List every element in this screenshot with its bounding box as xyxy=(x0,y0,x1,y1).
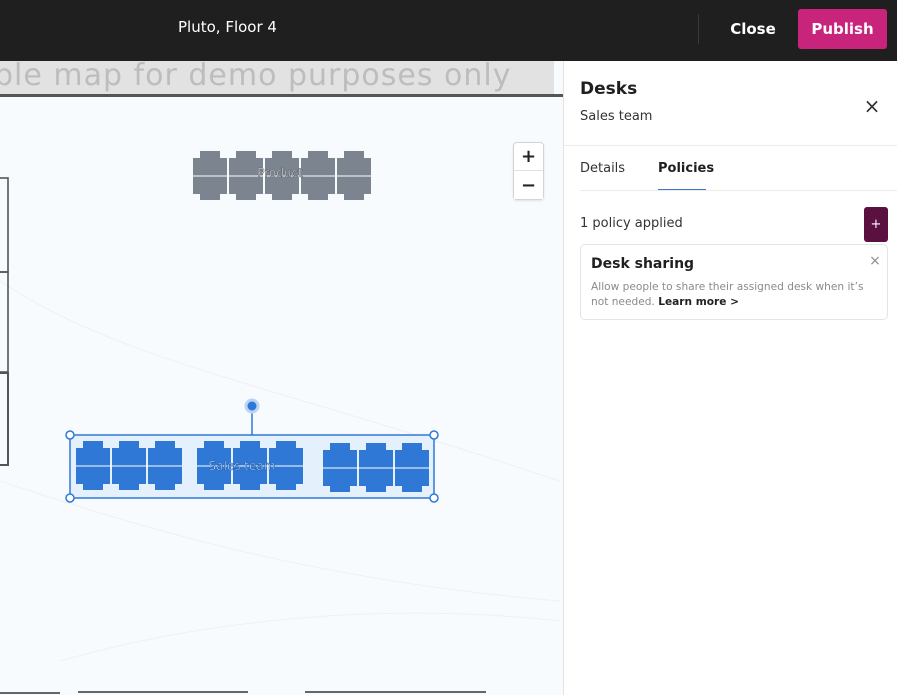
tab-policies[interactable]: Policies xyxy=(658,157,714,191)
desk-group-label-sales-team: Sales team xyxy=(209,459,276,473)
floor-title: Pluto, Floor 4 xyxy=(178,18,277,36)
policies-applied-count: 1 policy applied xyxy=(580,216,683,231)
add-policy-button[interactable]: + xyxy=(864,207,888,242)
resize-handle[interactable] xyxy=(65,493,75,503)
map-canvas: Product Sales team xyxy=(0,151,561,694)
panel-divider xyxy=(564,145,897,146)
resize-handle[interactable] xyxy=(429,493,439,503)
tab-details[interactable]: Details xyxy=(580,157,625,191)
policy-card: Desk sharing × Allow people to share the… xyxy=(580,244,888,320)
zoom-out-button[interactable]: − xyxy=(514,171,543,199)
policy-title: Desk sharing xyxy=(591,256,695,272)
zoom-in-button[interactable]: + xyxy=(514,143,543,171)
learn-more-link[interactable]: Learn more > xyxy=(658,296,739,308)
remove-policy-icon[interactable]: × xyxy=(867,253,883,269)
header-divider xyxy=(698,14,699,44)
desk-group-label-product: Product xyxy=(257,166,303,180)
left-walls xyxy=(0,177,9,466)
publish-button[interactable]: Publish xyxy=(798,9,887,49)
bottom-walls xyxy=(0,691,486,694)
zoom-controls: + − xyxy=(513,142,544,200)
tabs-divider xyxy=(580,190,897,191)
close-icon[interactable]: × xyxy=(861,95,883,117)
panel-title: Desks xyxy=(580,79,638,99)
resize-handle[interactable] xyxy=(429,430,439,440)
desk-details-panel: Desks Sales team × Details Policies 1 po… xyxy=(563,61,897,695)
policy-description: Allow people to share their assigned des… xyxy=(591,280,881,310)
close-button[interactable]: Close xyxy=(722,10,784,48)
floor-map[interactable]: ple map for demo purposes only Product S… xyxy=(0,61,563,695)
panel-subtitle: Sales team xyxy=(580,109,653,124)
resize-handle[interactable] xyxy=(65,430,75,440)
top-bar: Pluto, Floor 4 Close Publish xyxy=(0,0,897,61)
rotate-handle[interactable] xyxy=(244,398,260,414)
